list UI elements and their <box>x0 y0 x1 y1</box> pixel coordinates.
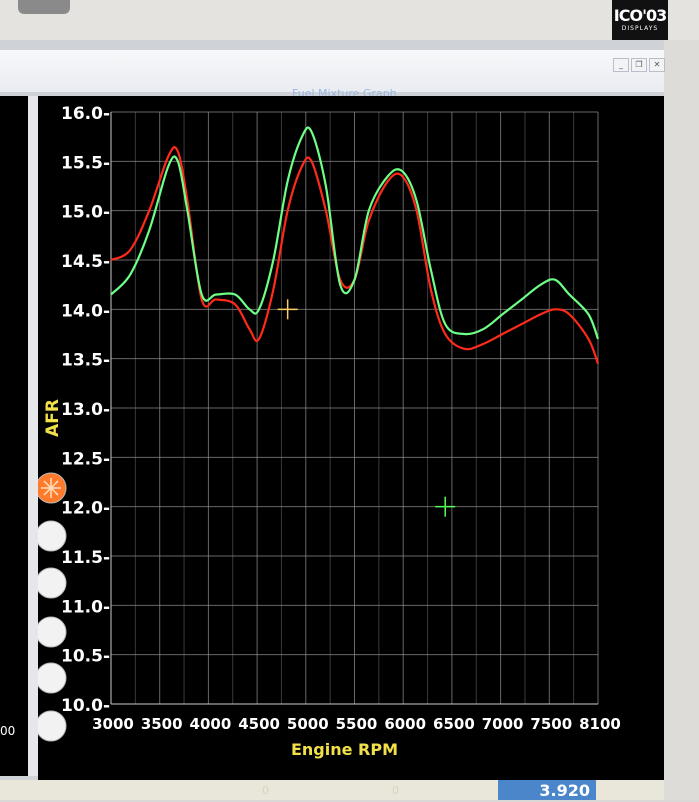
channel-selector-icon[interactable] <box>38 710 67 742</box>
x-tick-label: 5000 <box>287 715 329 733</box>
x-tick-label: 5500 <box>336 715 378 733</box>
y-tick-label: 13.0- <box>61 400 110 420</box>
minimize-button[interactable]: _ <box>613 58 629 72</box>
y-tick-label: 13.5- <box>61 351 110 371</box>
fuel-mixture-graph-panel: 16.0- 15.5- 15.0- 14.5- 14.0- 13.5- 13.0- 12.5-… <box>38 96 664 780</box>
x-tick-label: 6500 <box>433 715 475 733</box>
y-tick-label: 10.0- <box>61 696 110 716</box>
y-tick-label: 14.5- <box>61 252 110 272</box>
y-tick-label: 10.5- <box>61 647 110 667</box>
readout-value: 3.920 <box>498 780 596 800</box>
y-tick-label: 15.5- <box>61 153 110 173</box>
y-tick-label: 11.5- <box>61 548 110 568</box>
monitor-bezel-right <box>664 40 699 800</box>
x-tick-label: 4000 <box>190 715 232 733</box>
channel-selector-icon[interactable] <box>38 520 67 552</box>
y-tick-label: 11.0- <box>61 597 110 617</box>
window-controls: _ ❐ ✕ <box>613 58 665 72</box>
panel-separator[interactable] <box>28 96 38 776</box>
badge-line1: ICO'03 <box>613 6 667 25</box>
y-tick-label: 14.0- <box>61 301 110 321</box>
badge-line2: DISPLAYS <box>621 25 659 32</box>
x-tick-label: 7500 <box>530 715 572 733</box>
left-panel-tick-label: 00 <box>0 724 16 738</box>
close-button[interactable]: ✕ <box>649 58 665 72</box>
x-tick-label: 6000 <box>384 715 426 733</box>
x-axis-label: Engine RPM <box>291 740 398 759</box>
x-tick-label: 3500 <box>141 715 183 733</box>
window-titlebar[interactable] <box>0 50 664 92</box>
y-axis-label: AFR <box>43 399 63 437</box>
monitor-logo-icon <box>18 0 70 14</box>
channel-selector-icon[interactable] <box>38 662 67 694</box>
left-graph-panel <box>0 96 28 776</box>
channel-selector-icon[interactable] <box>38 616 67 648</box>
y-tick-label: 12.0- <box>61 499 110 519</box>
channel-selector-icon[interactable] <box>38 567 67 599</box>
monitor-bezel-top <box>0 0 699 40</box>
display-badge: ICO'03 DISPLAYS <box>612 0 668 44</box>
y-tick-label: 16.0- <box>61 104 110 124</box>
y-tick-label: 15.0- <box>61 203 110 223</box>
afr-chart: 16.0- 15.5- 15.0- 14.5- 14.0- 13.5- 13.0- 12.5-… <box>38 104 621 759</box>
x-tick-label: 3000 <box>92 715 134 733</box>
x-tick-label: 7000 <box>482 715 524 733</box>
maximize-button[interactable]: ❐ <box>631 58 647 72</box>
faded-value-1: 0 <box>262 784 269 797</box>
x-tick-label: 8100 <box>579 715 621 733</box>
x-tick-label: 4500 <box>238 715 280 733</box>
faded-value-2: 0 <box>392 784 399 797</box>
y-tick-label: 12.5- <box>61 449 110 469</box>
